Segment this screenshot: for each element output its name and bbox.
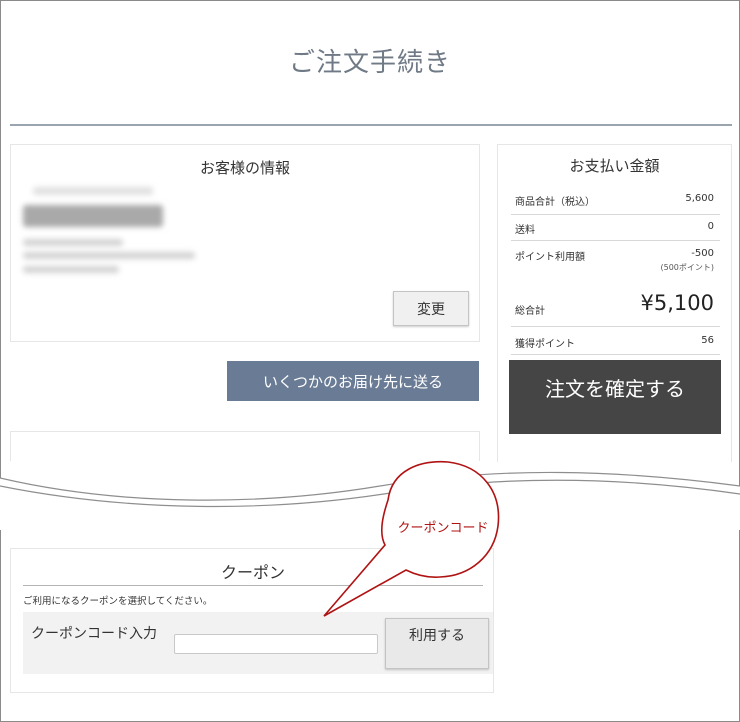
- customer-info-card: お客様の情報 変更: [10, 144, 480, 342]
- customer-info-heading: お客様の情報: [199, 159, 290, 177]
- payment-heading: お支払い金額: [569, 157, 660, 175]
- earned-points-value: 56: [701, 335, 714, 346]
- earned-points-row: 獲得ポイント 56: [511, 335, 720, 355]
- customer-phone-redacted: [23, 266, 119, 273]
- earned-points-label: 獲得ポイント: [515, 339, 575, 350]
- customer-kana-redacted: [33, 187, 153, 195]
- grand-total-row: 総合計 ¥5,100: [511, 291, 720, 327]
- callout-bubble: [323, 460, 500, 617]
- grand-total-label: 総合計: [515, 306, 545, 317]
- subtotal-label: 商品合計（税込）: [515, 197, 595, 208]
- shipping-fee-value: 0: [707, 221, 714, 232]
- coupon-code-label: クーポンコード入力: [31, 626, 157, 642]
- customer-address-redacted: [23, 252, 195, 259]
- points-used-value: -500: [691, 248, 714, 259]
- coupon-description: ご利用になるクーポンを選択してください。: [23, 596, 213, 607]
- shipping-fee-row: 送料 0: [511, 221, 720, 241]
- points-used-note: (500ポイント): [660, 263, 714, 272]
- subtotal-row: 商品合計（税込） 5,600: [511, 193, 720, 215]
- grand-total-value: ¥5,100: [640, 291, 714, 315]
- page-title: ご注文手続き: [288, 48, 451, 78]
- title-divider: [10, 124, 732, 126]
- customer-email-redacted: [23, 239, 123, 246]
- points-used-row: ポイント利用額 -500 (500ポイント): [511, 248, 720, 282]
- multiple-destinations-button[interactable]: いくつかのお届け先に送る: [227, 361, 479, 401]
- shipping-fee-label: 送料: [515, 225, 535, 236]
- coupon-code-input[interactable]: [174, 634, 378, 654]
- subtotal-value: 5,600: [685, 193, 714, 204]
- customer-name-redacted: [23, 205, 163, 227]
- callout-label: クーポンコード: [397, 521, 489, 536]
- points-used-label: ポイント利用額: [515, 252, 585, 263]
- confirm-order-button[interactable]: 注文を確定する: [509, 360, 721, 434]
- change-customer-button[interactable]: 変更: [393, 291, 469, 326]
